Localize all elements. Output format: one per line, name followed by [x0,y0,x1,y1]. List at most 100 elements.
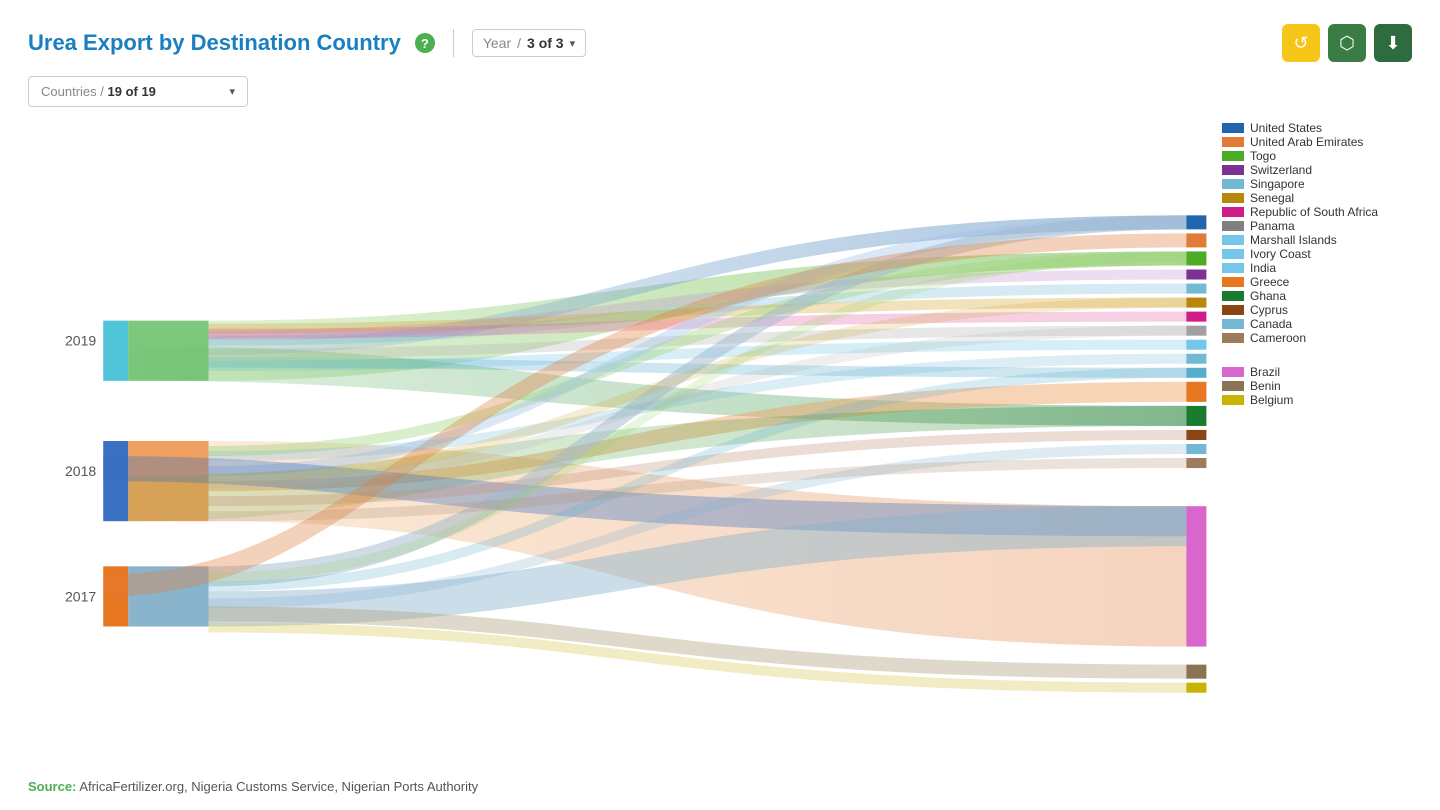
countries-filter[interactable]: Countries / 19 of 19 ▾ [28,76,248,107]
legend-label: Ghana [1250,289,1286,303]
download-button[interactable]: ⬇ [1374,24,1412,62]
filter-row: Countries / 19 of 19 ▾ [28,76,1412,107]
legend-label: Switzerland [1250,163,1312,177]
node-belgium [1186,683,1206,693]
legend-color-swatch [1222,179,1244,189]
legend-item: Marshall Islands [1222,233,1412,247]
legend-item: Benin [1222,379,1412,393]
year-2018-label: 2018 [65,463,96,479]
legend-color-swatch [1222,395,1244,405]
legend-item: Cameroon [1222,331,1412,345]
chevron-down-icon: ▾ [570,37,576,50]
node-senegal [1186,298,1206,308]
legend-item: Ivory Coast [1222,247,1412,261]
year-selector[interactable]: Year / 3 of 3 ▾ [472,29,586,57]
legend-item: Singapore [1222,177,1412,191]
divider [453,29,454,57]
node-canada [1186,444,1206,454]
legend-color-swatch [1222,249,1244,259]
legend-area: United States United Arab Emirates Togo … [1222,121,1412,407]
node-india [1186,368,1206,378]
filter-chevron-icon: ▾ [229,85,235,98]
legend-item: Togo [1222,149,1412,163]
node-uae [1186,233,1206,247]
refresh-icon: ↺ [1293,33,1308,54]
legend-color-swatch [1222,207,1244,217]
node-swiss [1186,269,1206,279]
legend-color-swatch [1222,123,1244,133]
legend-item: Cyprus [1222,303,1412,317]
legend-label: Greece [1250,275,1289,289]
legend-label: India [1250,261,1276,275]
legend-label: Senegal [1250,191,1294,205]
header-row: Urea Export by Destination Country ? Yea… [28,24,1412,62]
node-us [1186,215,1206,229]
legend-item: United Arab Emirates [1222,135,1412,149]
legend-color-swatch [1222,367,1244,377]
header-left: Urea Export by Destination Country ? Yea… [28,29,586,57]
legend-color-swatch [1222,193,1244,203]
source-text: AfricaFertilizer.org, Nigeria Customs Se… [79,779,478,794]
year-label: Year [483,35,511,51]
help-icon[interactable]: ? [415,33,435,53]
legend-label: Brazil [1250,365,1280,379]
legend-color-swatch [1222,277,1244,287]
legend-label: Republic of South Africa [1250,205,1378,219]
node-ghana [1186,406,1206,426]
legend-item: Republic of South Africa [1222,205,1412,219]
legend-color-swatch [1222,291,1244,301]
year-value: 3 of 3 [527,35,564,51]
node-ivorycoast [1186,354,1206,364]
legend-label: Belgium [1250,393,1293,407]
legend-item: Canada [1222,317,1412,331]
node-2019-cyan [103,321,128,381]
legend-item: Greece [1222,275,1412,289]
filter-label: Countries [41,84,97,99]
download-icon: ⬇ [1385,33,1400,54]
legend-label: Togo [1250,149,1276,163]
sankey-chart: 2019 2018 2017 [28,121,1412,771]
legend-item: Brazil [1222,365,1412,379]
legend-color-swatch [1222,305,1244,315]
legend-label: Panama [1250,219,1295,233]
legend-label: Singapore [1250,177,1305,191]
legend-color-swatch [1222,263,1244,273]
year-2019-label: 2019 [65,333,96,349]
legend-label: Benin [1250,379,1281,393]
chart-area: 2019 2018 2017 [28,121,1412,771]
year-2017-label: 2017 [65,588,96,604]
node-togo [1186,251,1206,265]
node-greece [1186,382,1206,402]
legend-color-swatch [1222,137,1244,147]
legend-label: Marshall Islands [1250,233,1337,247]
node-singapore [1186,284,1206,294]
node-marshall [1186,340,1206,350]
node-cyprus [1186,430,1206,440]
legend-color-swatch [1222,151,1244,161]
legend-label: Cameroon [1250,331,1306,345]
legend-color-swatch [1222,165,1244,175]
node-panama [1186,326,1206,336]
node-cameroon [1186,458,1206,468]
node-rsa [1186,312,1206,322]
node-benin [1186,665,1206,679]
legend-item: Senegal [1222,191,1412,205]
legend-item: Panama [1222,219,1412,233]
camera-button[interactable]: ⬡ [1328,24,1366,62]
legend-item: Ghana [1222,289,1412,303]
camera-icon: ⬡ [1339,33,1355,54]
legend-label: Canada [1250,317,1292,331]
legend-item: United States [1222,121,1412,135]
legend-color-swatch [1222,221,1244,231]
source-label: Source: [28,779,76,794]
legend-label: Cyprus [1250,303,1288,317]
refresh-button[interactable]: ↺ [1282,24,1320,62]
source-row: Source: AfricaFertilizer.org, Nigeria Cu… [28,779,1412,794]
filter-value: 19 of 19 [108,84,156,99]
legend-label: Ivory Coast [1250,247,1311,261]
legend-color-swatch [1222,235,1244,245]
legend-color-swatch [1222,333,1244,343]
legend-label: United Arab Emirates [1250,135,1363,149]
legend-item: Switzerland [1222,163,1412,177]
legend-item: India [1222,261,1412,275]
